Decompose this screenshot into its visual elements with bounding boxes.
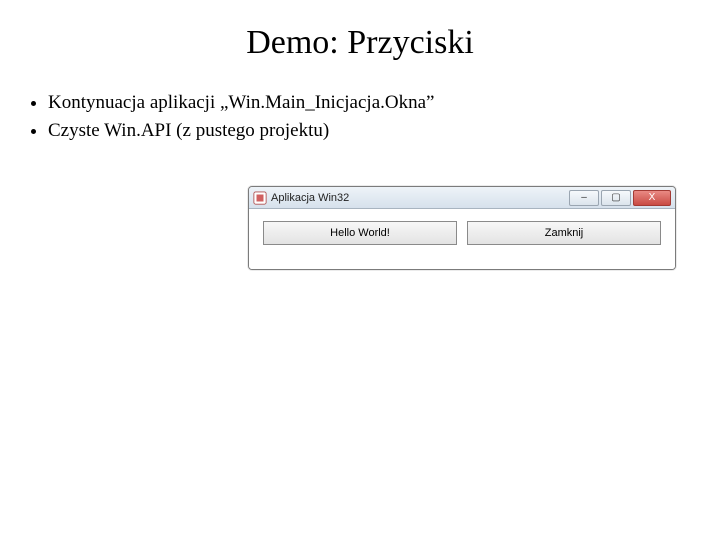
list-item: Kontynuacja aplikacji „Win.Main_Inicjacj… bbox=[48, 90, 692, 116]
app-window: Aplikacja Win32 – ▢ X Hello World! Zamkn… bbox=[248, 186, 676, 270]
zamknij-button[interactable]: Zamknij bbox=[467, 221, 661, 245]
list-item: Czyste Win.API (z pustego projektu) bbox=[48, 118, 692, 144]
minimize-icon: – bbox=[581, 192, 587, 203]
button-label: Zamknij bbox=[545, 227, 584, 239]
button-label: Hello World! bbox=[330, 227, 390, 239]
maximize-icon: ▢ bbox=[611, 192, 620, 203]
app-icon bbox=[253, 191, 267, 205]
close-window-button[interactable]: X bbox=[633, 190, 671, 206]
slide: Demo: Przyciski Kontynuacja aplikacji „W… bbox=[0, 0, 720, 540]
window-client-area: Hello World! Zamknij bbox=[249, 209, 675, 269]
hello-world-button[interactable]: Hello World! bbox=[263, 221, 457, 245]
window-titlebar[interactable]: Aplikacja Win32 – ▢ X bbox=[249, 187, 675, 209]
minimize-button[interactable]: – bbox=[569, 190, 599, 206]
close-icon: X bbox=[649, 192, 656, 203]
window-title: Aplikacja Win32 bbox=[271, 192, 567, 204]
slide-title: Demo: Przyciski bbox=[28, 24, 692, 62]
bullet-list: Kontynuacja aplikacji „Win.Main_Inicjacj… bbox=[34, 90, 692, 143]
maximize-button[interactable]: ▢ bbox=[601, 190, 631, 206]
